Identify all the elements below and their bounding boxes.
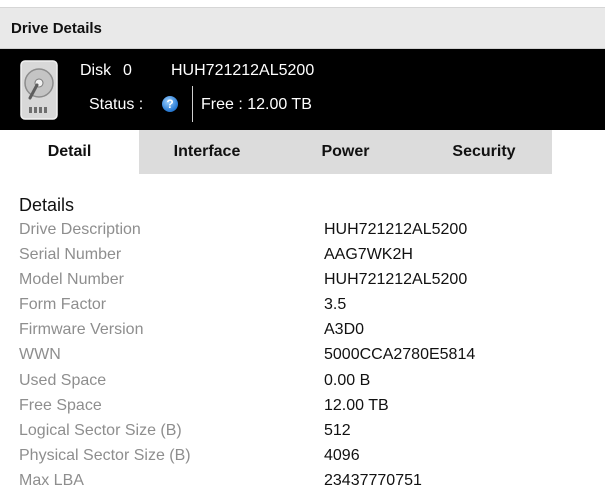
detail-value: 5000CCA2780E5814 — [324, 346, 476, 364]
window-title: Drive Details — [11, 20, 102, 37]
status-label: Status : — [89, 96, 144, 113]
detail-label: Model Number — [19, 271, 124, 289]
hard-drive-icon — [20, 60, 58, 120]
detail-label: Form Factor — [19, 296, 107, 314]
drive-details-window: Drive Details Disk 0 HUH721212AL5200 Sta… — [0, 0, 605, 503]
tab-bar: Detail Interface Power Security — [0, 130, 552, 174]
detail-label: Logical Sector Size (B) — [19, 421, 182, 439]
detail-value: AAG7WK2H — [324, 246, 413, 264]
detail-value: HUH721212AL5200 — [324, 221, 468, 238]
detail-label: WWN — [19, 346, 61, 364]
title-bar: Drive Details — [0, 8, 605, 49]
detail-label: Max LBA — [19, 471, 84, 489]
tab-interface[interactable]: Interface — [139, 130, 275, 174]
detail-row: Logical Sector Size (B) 512 — [19, 422, 589, 447]
details-list: Drive Description HUH721212AL5200 Serial… — [19, 221, 589, 497]
detail-value: 23437770751 — [324, 471, 422, 489]
free-space-label: Free : 12.00 TB — [201, 96, 312, 113]
disk-model: HUH721212AL5200 — [171, 62, 315, 79]
detail-row: Physical Sector Size (B) 4096 — [19, 447, 589, 472]
detail-label: Drive Description — [19, 221, 141, 238]
detail-row: Model Number HUH721212AL5200 — [19, 271, 589, 296]
detail-row: Serial Number AAG7WK2H — [19, 246, 589, 271]
detail-label: Firmware Version — [19, 321, 144, 339]
detail-value: 4096 — [324, 446, 360, 464]
detail-label: Free Space — [19, 396, 102, 414]
tab-security[interactable]: Security — [416, 130, 552, 174]
detail-label: Serial Number — [19, 246, 122, 264]
tab-power[interactable]: Power — [275, 130, 416, 174]
detail-row: Free Space 12.00 TB — [19, 397, 589, 422]
detail-row: Used Space 0.00 B — [19, 372, 589, 397]
detail-row: Firmware Version A3D0 — [19, 321, 589, 346]
detail-value: 3.5 — [324, 296, 347, 314]
detail-row: WWN 5000CCA2780E5814 — [19, 346, 589, 371]
tab-detail[interactable]: Detail — [0, 130, 139, 174]
detail-label: Used Space — [19, 371, 107, 389]
question-circle-icon[interactable]: ? — [162, 96, 178, 112]
detail-row: Max LBA 23437770751 — [19, 472, 589, 497]
detail-value: 12.00 TB — [324, 396, 389, 414]
detail-label: Physical Sector Size (B) — [19, 446, 191, 464]
details-section-title: Details — [19, 195, 75, 215]
detail-row: Drive Description HUH721212AL5200 — [19, 221, 589, 246]
drive-header: Disk 0 HUH721212AL5200 Status : ? Free :… — [0, 49, 605, 130]
detail-value: 0.00 B — [324, 371, 371, 389]
header-divider — [192, 86, 193, 122]
detail-value: HUH721212AL5200 — [324, 271, 468, 289]
detail-value: 512 — [324, 421, 351, 439]
disk-number: 0 — [123, 62, 132, 79]
clipped-background-strip — [0, 0, 605, 8]
detail-value: A3D0 — [324, 321, 365, 339]
detail-row: Form Factor 3.5 — [19, 296, 589, 321]
disk-label: Disk — [80, 62, 112, 79]
